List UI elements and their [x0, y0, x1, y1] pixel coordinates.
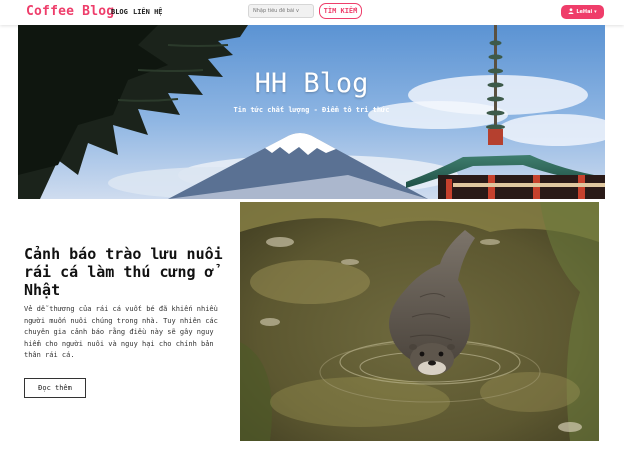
user-icon [568, 8, 574, 16]
search-input[interactable] [248, 4, 314, 18]
navbar: Coffee Blog BLOG LIÊN HỆ TÌM KIẾM LeHai … [0, 0, 624, 25]
chevron-down-icon: ▾ [594, 9, 597, 15]
nav-link-blog[interactable]: BLOG [111, 8, 128, 16]
search-button[interactable]: TÌM KIẾM [319, 3, 362, 19]
hero-subtitle: Tin tức chất lượng - Điểm tô tri thức [233, 106, 390, 114]
hero-banner: HH Blog Tin tức chất lượng - Điểm tô tri… [18, 25, 605, 199]
user-name: LeHai [576, 9, 593, 15]
user-menu-button[interactable]: LeHai ▾ [561, 5, 604, 19]
otter-photo [240, 202, 599, 441]
post-title[interactable]: Cảnh báo trào lưu nuôi rái cá làm thú cư… [24, 245, 224, 299]
nav-link-contact[interactable]: LIÊN HỆ [133, 8, 163, 16]
brand-logo[interactable]: Coffee Blog [26, 4, 114, 19]
post-excerpt: Vẻ dễ thương của rái cá vuốt bé đã khiến… [24, 305, 218, 359]
post-image[interactable] [240, 202, 599, 441]
read-more-button[interactable]: Đọc thêm [24, 378, 86, 398]
hero-title: HH Blog [254, 68, 369, 99]
